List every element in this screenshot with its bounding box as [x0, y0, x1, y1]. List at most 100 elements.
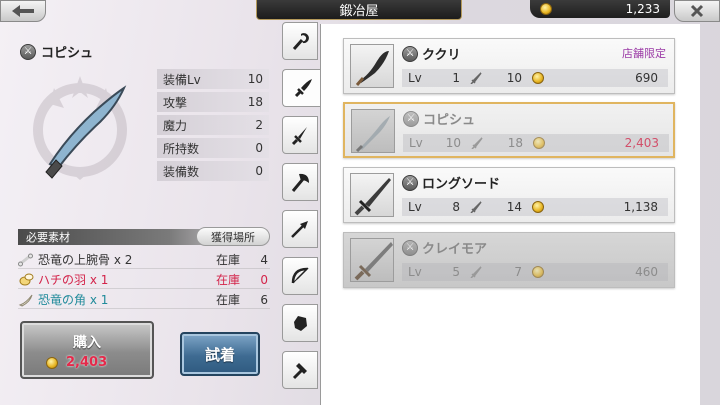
back-button[interactable] — [0, 0, 46, 22]
weapon-list: ⚔ ククリ 店舗限定 Lv 1 10 690 ⚔ コピシュ Lv 10 18 2… — [320, 24, 700, 405]
tab-dagger[interactable] — [282, 116, 318, 154]
close-button[interactable] — [674, 0, 720, 22]
stat-value: 0 — [255, 164, 263, 178]
stat-row-owned: 所持数 0 — [157, 138, 269, 158]
weapon-price: 690 — [635, 71, 658, 85]
bow-icon — [291, 267, 309, 284]
attack-icon — [470, 201, 482, 213]
page-title: 鍛冶屋 — [256, 0, 462, 20]
selected-weapon-title: ⚔ コピシュ — [20, 42, 93, 61]
materials-list: 恐竜の上腕骨 x 2 在庫 4 ハチの羽 x 1 在庫 0 恐竜の角 x 1 在… — [18, 251, 270, 311]
spear-icon — [291, 221, 308, 238]
level-value: 8 — [452, 200, 460, 214]
stock-label: 在庫 — [216, 273, 241, 287]
longsword-image — [354, 178, 391, 216]
material-name: ハチの羽 x 1 — [38, 273, 109, 287]
selected-weapon-name: コピシュ — [41, 46, 94, 61]
weapon-name-row: ⚔ ロングソード — [402, 173, 500, 192]
weapon-preview-image — [33, 76, 127, 180]
attack-icon — [471, 137, 483, 149]
buy-price-value: 2,403 — [66, 355, 108, 370]
weapon-card-khopesh[interactable]: ⚔ コピシュ Lv 10 18 2,403 — [343, 102, 675, 158]
buy-button-label: 購入 — [73, 335, 101, 351]
tab-hammer[interactable] — [282, 351, 318, 389]
weapon-card-kukri[interactable]: ⚔ ククリ 店舗限定 Lv 1 10 690 — [343, 38, 675, 94]
gold-coin-icon — [532, 266, 544, 278]
blade-type-icon: ⚔ — [402, 174, 418, 191]
bee-wing-icon — [19, 273, 34, 285]
stat-value: 18 — [247, 95, 263, 109]
gold-amount: 1,233 — [625, 2, 660, 16]
tab-gauntlet[interactable] — [282, 304, 318, 342]
weapon-thumbnail — [350, 173, 394, 217]
sword-icon — [294, 79, 312, 98]
stat-row-magic: 魔力 2 — [157, 115, 269, 135]
blade-type-icon: ⚔ — [20, 43, 36, 60]
weapon-price: 1,138 — [623, 200, 658, 214]
level-value: 10 — [445, 136, 461, 150]
weapon-name-row: ⚔ クレイモア — [402, 238, 487, 257]
weapon-stat-bar: Lv 8 14 1,138 — [402, 198, 668, 216]
try-on-button[interactable]: 試着 — [180, 332, 260, 376]
gold-coin-icon — [540, 3, 552, 15]
attack-value: 18 — [507, 136, 523, 150]
top-bar: 鍛冶屋 1,233 — [0, 0, 720, 22]
weapon-price: 460 — [635, 265, 658, 279]
stock-count: 0 — [260, 272, 268, 287]
gold-coin-icon — [532, 72, 544, 84]
weapon-name: コピシュ — [423, 113, 476, 128]
weapon-price: 2,403 — [624, 136, 659, 150]
attack-icon — [470, 266, 482, 278]
gauntlet-icon — [294, 316, 307, 331]
weapon-name: クレイモア — [422, 242, 488, 257]
gold-coin-icon — [533, 137, 545, 149]
gold-counter: 1,233 — [530, 0, 670, 18]
dagger-icon — [291, 127, 307, 146]
weapon-thumbnail — [351, 109, 395, 153]
stock-count: 6 — [260, 292, 268, 307]
claymore-image — [354, 242, 393, 281]
stat-row-attack: 攻撃 18 — [157, 92, 269, 112]
stat-label: 攻撃 — [163, 95, 188, 110]
weapon-card-longsword[interactable]: ⚔ ロングソード Lv 8 14 1,138 — [343, 167, 675, 223]
bone-icon — [18, 253, 33, 266]
tab-spear[interactable] — [282, 210, 318, 248]
buy-price: 2,403 — [46, 355, 107, 370]
acquire-location-button[interactable]: 獲得場所 — [196, 227, 270, 246]
axe-icon — [291, 173, 309, 192]
material-name: 恐竜の上腕骨 x 2 — [38, 253, 133, 267]
material-name: 恐竜の角 x 1 — [38, 293, 109, 307]
material-row[interactable]: 恐竜の上腕骨 x 2 在庫 4 — [18, 251, 270, 269]
tab-sword[interactable] — [282, 69, 324, 107]
material-row[interactable]: ハチの羽 x 1 在庫 0 — [18, 271, 270, 289]
stat-row-equip-lv: 装備Lv 10 — [157, 69, 269, 89]
weapon-stat-bar: Lv 1 10 690 — [402, 69, 668, 87]
weapon-name: ククリ — [422, 48, 461, 63]
stock-label: 在庫 — [216, 293, 241, 307]
weapon-name-row: ⚔ ククリ — [402, 44, 460, 63]
attack-value: 10 — [506, 71, 522, 85]
buy-button[interactable]: 購入 2,403 — [20, 321, 154, 379]
attack-value: 7 — [514, 265, 522, 279]
attack-icon — [470, 72, 482, 84]
blade-type-icon: ⚔ — [403, 110, 419, 127]
gold-coin-icon — [46, 356, 58, 369]
stat-label: 所持数 — [163, 141, 200, 156]
tab-axe[interactable] — [282, 163, 318, 201]
weapon-stat-bar: Lv 10 18 2,403 — [403, 134, 669, 152]
gold-coin-icon — [532, 201, 544, 213]
khopesh-image — [355, 116, 390, 152]
staff-icon — [292, 33, 309, 50]
hammer-icon — [292, 363, 307, 380]
level-label: Lv — [408, 200, 422, 214]
weapon-card-claymore[interactable]: ⚔ クレイモア Lv 5 7 460 — [343, 232, 675, 288]
close-icon — [690, 4, 704, 18]
tab-staff[interactable] — [282, 22, 318, 60]
stat-row-equipped: 装備数 0 — [157, 161, 269, 181]
material-row[interactable]: 恐竜の角 x 1 在庫 6 — [18, 291, 270, 309]
stock-label: 在庫 — [216, 253, 241, 267]
tab-bow[interactable] — [282, 257, 318, 295]
level-label: Lv — [408, 71, 422, 85]
weapon-thumbnail — [350, 44, 394, 88]
stat-value: 10 — [247, 72, 263, 86]
